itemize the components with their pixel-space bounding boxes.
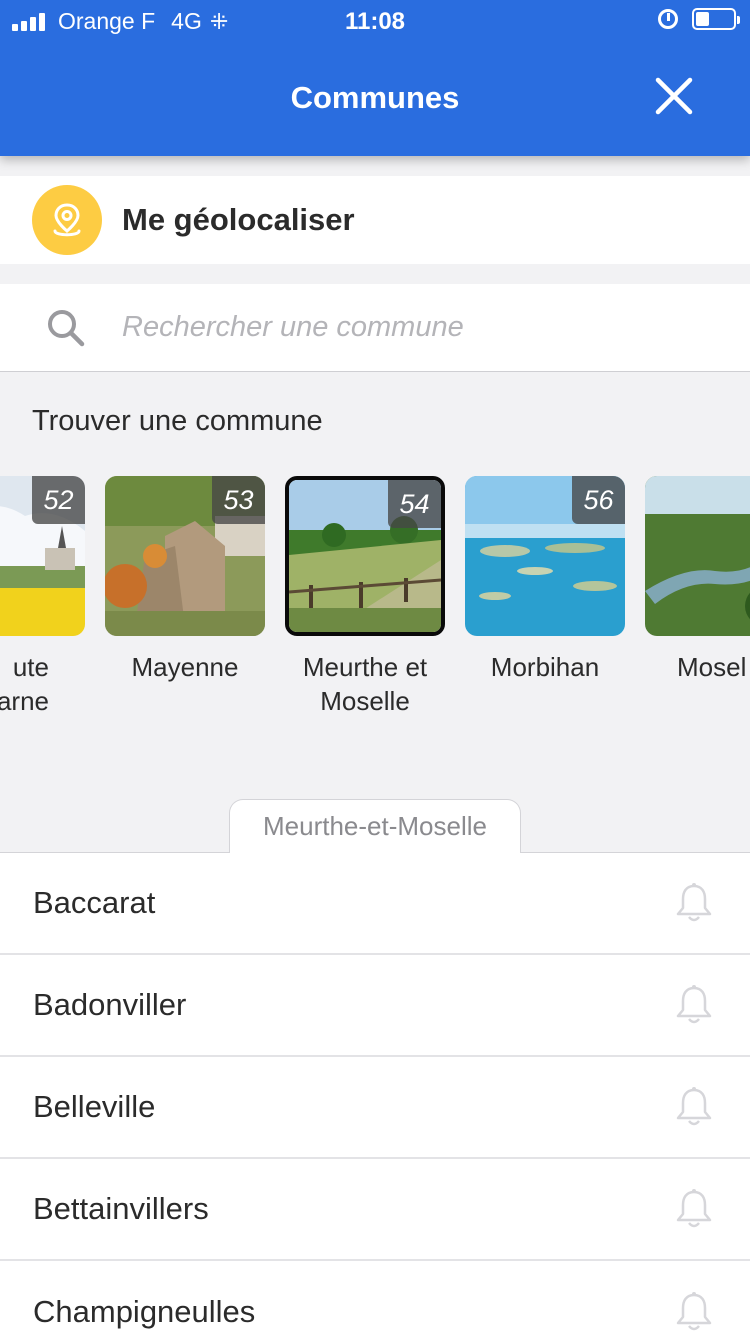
status-time: 11:08 <box>344 8 406 35</box>
department-name: Mosel <box>677 652 747 682</box>
bell-icon[interactable] <box>672 1085 716 1129</box>
department-card-52[interactable]: 52 ute arne <box>0 476 85 718</box>
list-item[interactable]: Belleville <box>0 1057 750 1159</box>
department-number: 54 <box>388 480 441 528</box>
bell-icon[interactable] <box>672 881 716 925</box>
alarm-icon <box>658 9 678 29</box>
selected-department-tab[interactable]: Meurthe-et-Moselle <box>229 799 521 853</box>
bell-icon[interactable] <box>672 1290 716 1334</box>
list-item[interactable]: Badonviller <box>0 955 750 1057</box>
location-pin-icon <box>32 185 102 255</box>
list-item[interactable]: Champigneulles <box>0 1261 750 1334</box>
battery-icon <box>692 8 740 30</box>
search-bar <box>0 284 750 372</box>
commune-name: Bettainvillers <box>33 1191 209 1226</box>
department-card-53[interactable]: 53 Mayenne <box>105 476 265 684</box>
list-item[interactable]: Baccarat <box>0 853 750 955</box>
department-card-57[interactable]: Mosel <box>645 476 750 684</box>
search-input[interactable] <box>122 311 722 344</box>
department-carousel[interactable]: 52 ute arne 53 Mayenne 54 Meurthe et Mos… <box>0 476 750 736</box>
page-title: Communes <box>290 80 460 115</box>
bell-icon[interactable] <box>672 983 716 1027</box>
close-button[interactable] <box>648 70 700 122</box>
commune-name: Belleville <box>33 1089 156 1124</box>
department-image <box>645 476 750 636</box>
department-image: 52 <box>0 476 85 636</box>
close-icon <box>655 77 693 115</box>
department-card-56[interactable]: 56 Morbihan <box>465 476 625 684</box>
department-image: 53 <box>105 476 265 636</box>
department-name: Meurthe et Moselle <box>302 652 428 716</box>
commune-name: Badonviller <box>33 987 187 1022</box>
department-image: 56 <box>465 476 625 636</box>
list-item[interactable]: Bettainvillers <box>0 1159 750 1261</box>
department-name: Mayenne <box>131 652 239 682</box>
commune-name: Baccarat <box>33 885 156 920</box>
geolocate-button[interactable]: Me géolocaliser <box>0 176 750 264</box>
app-header: Orange F 4G ⁜ 11:08 Communes <box>0 0 750 156</box>
department-name: ute arne <box>0 652 49 716</box>
department-number: 52 <box>32 476 85 524</box>
department-number: 53 <box>212 476 265 524</box>
commune-name: Champigneulles <box>33 1294 256 1329</box>
status-bar: Orange F 4G ⁜ 11:08 <box>0 0 750 40</box>
search-icon <box>44 306 88 350</box>
department-card-54[interactable]: 54 Meurthe et Moselle <box>285 476 445 718</box>
department-name: Morbihan <box>490 652 600 682</box>
geolocate-label: Me géolocaliser <box>122 202 355 237</box>
department-image-selected: 54 <box>285 476 445 636</box>
commune-list: Baccarat Badonviller Belleville Bettainv… <box>0 852 750 1334</box>
bell-icon[interactable] <box>672 1187 716 1231</box>
department-number: 56 <box>572 476 625 524</box>
section-title: Trouver une commune <box>32 405 323 437</box>
